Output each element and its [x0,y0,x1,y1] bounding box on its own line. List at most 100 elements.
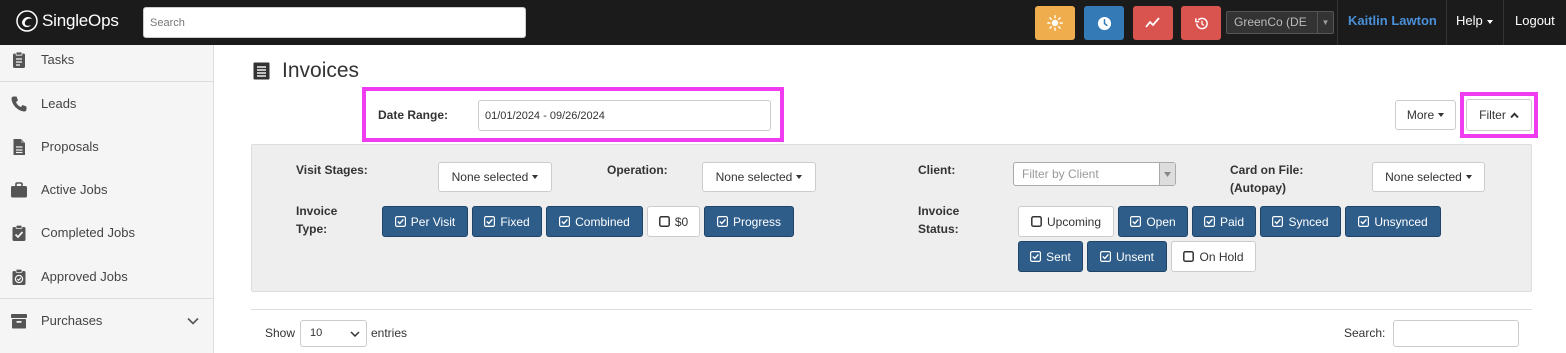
user-menu[interactable]: Kaitlin Lawton [1348,13,1437,28]
brand-logo[interactable]: SingleOps [16,10,119,32]
toggle-label: On Hold [1199,249,1244,264]
invoice-type-per-visit-toggle[interactable]: Per Visit [382,206,468,237]
invoice-type-label-line1: Invoice [296,204,338,218]
checkbox-checked-icon [394,216,406,227]
invoice-status-unsynced-toggle[interactable]: Unsynced [1345,206,1441,237]
invoice-list-icon [253,62,270,80]
history-button[interactable] [1181,6,1221,40]
filter-toggle-button[interactable]: Filter [1466,99,1532,131]
invoice-status-sent-toggle[interactable]: Sent [1018,241,1083,272]
clock-button[interactable] [1084,6,1124,40]
chevron-down-icon [187,317,199,325]
more-button[interactable]: More [1395,100,1456,130]
chevron-down-icon [1159,163,1175,185]
invoice-type-zero-toggle[interactable]: $0 [647,206,700,237]
sidebar-item-active-jobs[interactable]: Active Jobs [0,168,213,211]
checkbox-checked-icon [1358,216,1370,227]
sidebar-item-label: Purchases [41,313,103,328]
date-range-label: Date Range: [378,108,449,122]
invoice-status-upcoming-toggle[interactable]: Upcoming [1018,206,1114,237]
visit-stages-dropdown[interactable]: None selected [438,162,552,192]
visit-stages-value: None selected [451,170,529,184]
top-navbar: SingleOps GreenCo (DE [0,0,1566,45]
sidebar-item-label: Completed Jobs [41,225,135,240]
sidebar-item-completed-jobs[interactable]: Completed Jobs [0,211,213,254]
operation-value: None selected [715,170,793,184]
caret-down-icon [1438,113,1445,117]
help-menu[interactable]: Help [1456,13,1493,28]
global-search-input[interactable] [143,7,526,38]
checkbox-checked-icon [1203,216,1215,227]
operation-dropdown[interactable]: None selected [702,162,816,192]
invoice-status-open-toggle[interactable]: Open [1118,206,1188,237]
sidebar-item-approved-jobs[interactable]: Approved Jobs [0,255,213,298]
sun-icon [1047,15,1063,31]
page-title: Invoices [282,59,360,82]
toggle-label: Paid [1219,214,1245,229]
sidebar-item-leads[interactable]: Leads [0,82,213,125]
sidebar-item-proposals[interactable]: Proposals [0,125,213,168]
checkbox-checked-icon [559,216,571,227]
checkbox-checked-icon [1099,251,1111,262]
checkbox-checked-icon [484,216,496,227]
sidebar-item-purchases[interactable]: Purchases [0,299,213,342]
invoice-status-synced-toggle[interactable]: Synced [1260,206,1341,237]
entries-per-page-select[interactable]: 10 [300,320,367,347]
archive-icon [11,313,27,328]
sidebar-item-label: Leads [41,96,77,111]
visit-stages-label: Visit Stages: [296,163,368,177]
phone-icon [11,96,27,111]
help-label: Help [1456,13,1483,28]
toggle-label: $0 [674,214,689,229]
section-divider [251,309,1532,310]
trend-button[interactable] [1133,6,1173,40]
sun-button[interactable] [1035,6,1075,40]
date-range-input[interactable]: 01/01/2024 - 09/26/2024 [478,100,771,131]
toggle-label: Unsynced [1374,214,1428,229]
document-icon [13,138,25,155]
invoice-status-label-line1: Invoice [918,204,960,218]
card-on-file-label: Card on File: (Autopay) [1230,161,1303,197]
card-on-file-dropdown[interactable]: None selected [1372,162,1485,192]
toggle-label: Synced [1288,214,1329,229]
brand-name: SingleOps [42,11,119,30]
invoice-status-unsent-toggle[interactable]: Unsent [1087,241,1167,272]
invoice-status-on-hold-toggle[interactable]: On Hold [1171,241,1256,272]
sidebar-item-label: Tasks [41,52,75,67]
navbar-divider [1337,0,1338,45]
sidebar-item-tasks[interactable]: Tasks [0,38,213,81]
checkbox-checked-icon [1130,216,1142,227]
clock-icon [1097,16,1111,30]
sidebar-item-label: Proposals [41,139,99,154]
card-on-file-label-line1: Card on File: [1230,163,1304,177]
briefcase-icon [11,181,27,197]
toggle-label: Open [1146,214,1176,229]
checkbox-checked-icon [1030,251,1042,262]
client-label: Client: [918,163,956,177]
toggle-label: Per Visit [410,214,456,229]
invoice-status-label-line2: Status: [918,222,959,236]
caret-down-icon [532,175,539,179]
navbar-divider [1446,0,1447,45]
clipboard-check-icon [12,224,26,241]
invoice-status-label: Invoice Status: [918,202,959,238]
toggle-label: Upcoming [1046,214,1102,229]
chevron-up-icon [1510,111,1519,118]
client-filter-select[interactable]: Filter by Client [1013,162,1176,186]
chevron-down-icon: ▼ [1317,12,1333,33]
more-button-label: More [1406,108,1435,122]
entries-label: entries [371,326,408,340]
trend-icon [1145,17,1160,28]
invoice-type-combined-toggle[interactable]: Combined [546,206,643,237]
invoice-type-fixed-toggle[interactable]: Fixed [472,206,542,237]
table-search-input[interactable] [1393,320,1519,347]
invoice-type-progress-toggle[interactable]: Progress [704,206,794,237]
invoice-status-paid-toggle[interactable]: Paid [1192,206,1256,237]
chevron-down-icon [350,331,360,337]
logout-link[interactable]: Logout [1515,13,1555,28]
checkbox-empty-icon [1031,216,1042,227]
company-select[interactable]: GreenCo (DE ▼ [1226,11,1334,34]
entries-per-page-value: 10 [310,327,323,339]
singleops-logo-icon [16,10,38,32]
client-filter-placeholder: Filter by Client [1022,167,1099,181]
